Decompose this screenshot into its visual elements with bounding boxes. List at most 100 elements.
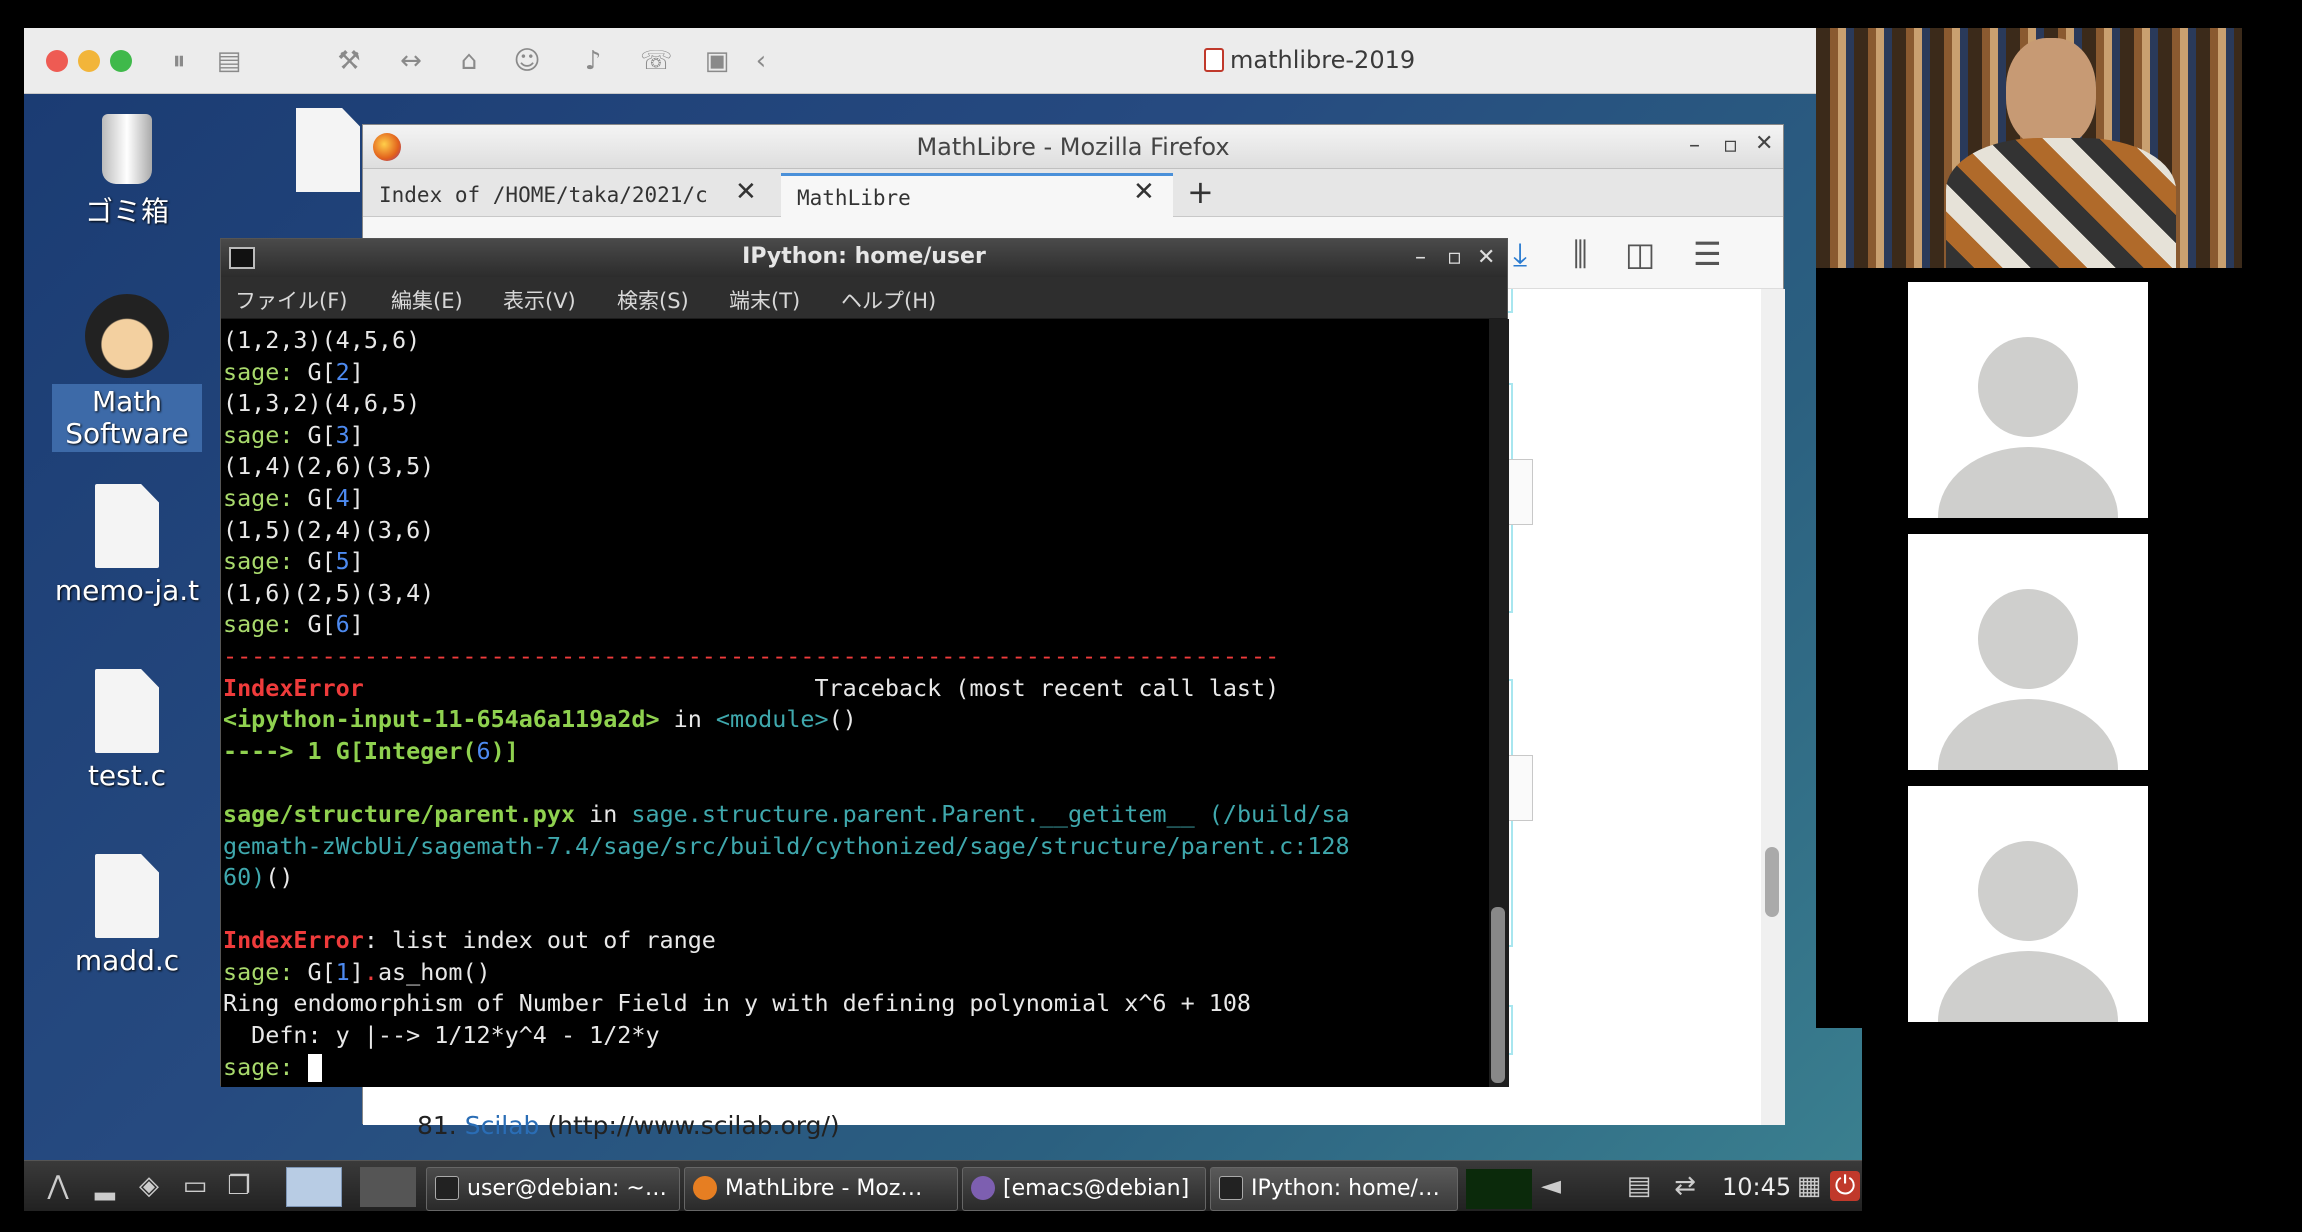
- start-menu-icon[interactable]: ⋀: [38, 1171, 78, 1201]
- list-url: (http://www.scilab.org/): [547, 1111, 840, 1140]
- terminal-scrollbar-thumb[interactable]: [1491, 907, 1505, 1083]
- folder-icon[interactable]: ▤: [1624, 1171, 1654, 1201]
- terminal-line: sage: G[2]: [223, 357, 364, 386]
- terminal-line: (1,4)(2,6)(3,5): [223, 452, 435, 481]
- menu-edit[interactable]: 編集(E): [391, 285, 463, 315]
- download-icon[interactable]: ⤓: [1513, 235, 1527, 274]
- close-dot[interactable]: [46, 50, 68, 72]
- list-number: 81.: [417, 1111, 457, 1140]
- taskbar-task-terminal[interactable]: user@debian: ~…: [426, 1167, 680, 1211]
- maximize-icon[interactable]: ▫: [1447, 245, 1462, 270]
- taskbar-task-firefox[interactable]: MathLibre - Moz…: [684, 1167, 958, 1211]
- keyboard-icon[interactable]: ▦: [1794, 1171, 1824, 1201]
- terminal-line: Defn: y |--> 1/12*y^4 - 1/2*y: [223, 1021, 660, 1050]
- video-tile-participant: [1816, 280, 2242, 520]
- desktop-icon-trash[interactable]: ゴミ箱: [52, 114, 202, 230]
- taskbar-task-emacs[interactable]: [emacs@debian]: [962, 1167, 1206, 1211]
- desktop-icon-math-software[interactable]: Math Software: [52, 294, 202, 452]
- minimize-all-icon[interactable]: ▂: [90, 1171, 120, 1201]
- menu-terminal[interactable]: 端末(T): [729, 285, 800, 315]
- network-icon[interactable]: ◈: [134, 1171, 164, 1201]
- tab-index[interactable]: Index of /HOME/taka/2021/c: [363, 173, 741, 217]
- penguin-icon: [85, 294, 169, 378]
- tab-close-icon[interactable]: ✕: [1133, 177, 1155, 207]
- terminal-line: sage: G[5]: [223, 547, 364, 576]
- menu-search[interactable]: 検索(S): [617, 285, 689, 315]
- new-tab-icon[interactable]: +: [1187, 173, 1214, 211]
- power-icon[interactable]: ⏻: [1830, 1171, 1860, 1201]
- menu-file[interactable]: ファイル(F): [235, 285, 347, 315]
- desktop-icon-test[interactable]: test.c: [52, 669, 202, 792]
- text-cursor: [307, 1054, 322, 1083]
- volume-icon[interactable]: ◄: [1536, 1171, 1566, 1201]
- terminal-titlebar: IPython: home/user – ▫ ✕: [221, 239, 1507, 277]
- tab-mathlibre[interactable]: MathLibre: [781, 173, 1173, 217]
- firefox-icon: [693, 1176, 717, 1200]
- chevron-left-icon[interactable]: ‹: [746, 48, 776, 74]
- desktop-pager[interactable]: [360, 1167, 416, 1207]
- close-icon[interactable]: ✕: [1755, 131, 1773, 156]
- scilab-link[interactable]: Scilab: [465, 1111, 540, 1140]
- desktop-pager[interactable]: [286, 1167, 342, 1207]
- menu-help[interactable]: ヘルプ(H): [841, 285, 936, 315]
- terminal-icon: [1219, 1176, 1243, 1200]
- close-icon[interactable]: ✕: [1477, 245, 1495, 270]
- windows-icon[interactable]: ❐: [224, 1171, 254, 1201]
- minimize-icon[interactable]: –: [1689, 133, 1700, 158]
- speaker-icon[interactable]: ♪: [578, 48, 608, 74]
- pause-icon[interactable]: ⏸: [164, 48, 194, 74]
- avatar: [1908, 282, 2148, 518]
- clock[interactable]: 10:45: [1722, 1173, 1791, 1201]
- camera-icon[interactable]: ▣: [702, 48, 732, 74]
- maximize-icon[interactable]: ▫: [1723, 133, 1738, 158]
- firefox-title: MathLibre - Mozilla Firefox: [916, 133, 1230, 161]
- terminal-line: gemath-zWcbUi/sagemath-7.4/sage/src/buil…: [223, 831, 1350, 860]
- person-body: [1946, 138, 2176, 268]
- trash-icon: [102, 114, 152, 184]
- person-head: [2006, 38, 2096, 148]
- user-icon[interactable]: ☺: [512, 48, 542, 74]
- zoom-dot[interactable]: [110, 50, 132, 72]
- wrench-icon[interactable]: ⚒: [334, 48, 364, 74]
- terminal-line: (1,3,2)(4,6,5): [223, 389, 421, 418]
- sidebar-icon[interactable]: ◫: [1625, 235, 1655, 273]
- desktop-icon-label: madd.c: [74, 944, 180, 977]
- tab-close-icon[interactable]: ✕: [735, 177, 757, 207]
- minimize-dot[interactable]: [78, 50, 100, 72]
- desktop-icon-label: memo-ja.t: [54, 574, 200, 607]
- file-icon[interactable]: [296, 108, 360, 192]
- emacs-icon: [971, 1176, 995, 1200]
- snapshot-icon[interactable]: ▤: [214, 48, 244, 74]
- terminal-line: (1,2,3)(4,5,6): [223, 326, 421, 354]
- desktop-icon-label: test.c: [87, 759, 167, 792]
- task-label: [emacs@debian]: [1003, 1176, 1190, 1201]
- phone-icon[interactable]: ☏: [640, 48, 673, 74]
- desktop-icon-memo[interactable]: memo-ja.t: [52, 484, 202, 607]
- terminal-line: 60)(): [223, 863, 294, 892]
- scrollbar-thumb[interactable]: [1765, 847, 1779, 917]
- terminal-line: IndexError Traceback (most recent call l…: [223, 673, 1280, 702]
- video-call-panel: [1816, 28, 2242, 1028]
- vm-window: ⏸ ▤ ⚒ ↔ ⌂ ☺ ♪ ☏ ▣ ‹ mathlibre-2019 ゴミ箱 M…: [24, 28, 1862, 1211]
- taskbar-task-ipython[interactable]: IPython: home/…: [1210, 1167, 1458, 1211]
- avatar: [1908, 786, 2148, 1022]
- terminal-window: IPython: home/user – ▫ ✕ ファイル(F) 編集(E) 表…: [220, 238, 1509, 1087]
- menu-view[interactable]: 表示(V): [503, 285, 576, 315]
- terminal-output[interactable]: (1,2,3)(4,5,6) sage: G[2] (1,3,2)(4,6,5) sa…: [221, 319, 1489, 1087]
- desktop-icon-madd[interactable]: madd.c: [52, 854, 202, 977]
- desktop-icon-label: Math Software: [52, 384, 202, 452]
- library-icon[interactable]: ⫼: [1573, 235, 1588, 274]
- terminal-line: sage: G[4]: [223, 483, 364, 512]
- terminal-line: Ring endomorphism of Number Field in y w…: [223, 989, 1252, 1018]
- disk-icon[interactable]: ⌂: [454, 48, 484, 74]
- document-icon: [1204, 48, 1224, 72]
- minimize-icon[interactable]: –: [1415, 245, 1426, 270]
- menu-icon[interactable]: ☰: [1693, 235, 1722, 273]
- firefox-titlebar: MathLibre - Mozilla Firefox – ▫ ✕: [363, 125, 1783, 169]
- terminal-launch-icon[interactable]: ▭: [180, 1171, 210, 1201]
- network-tray-icon[interactable]: ⇄: [1670, 1171, 1700, 1201]
- scrollbar[interactable]: [1761, 289, 1785, 1125]
- arrows-icon[interactable]: ↔: [396, 48, 426, 74]
- video-tile-participant: [1816, 532, 2242, 772]
